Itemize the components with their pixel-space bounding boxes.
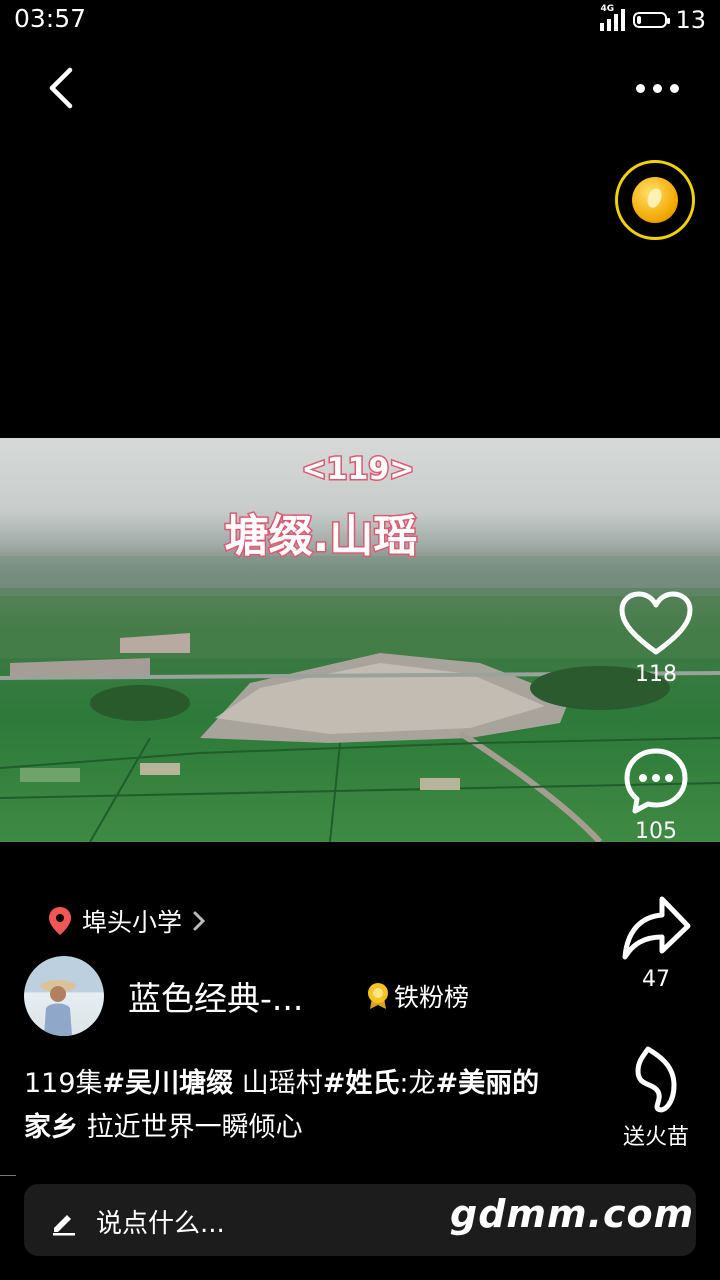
author-avatar[interactable]: [24, 956, 104, 1036]
back-arrow-icon: [49, 67, 73, 109]
desc-text: 拉近世界一瞬倾心: [78, 1112, 303, 1143]
status-icons: 4G 13: [600, 4, 706, 36]
more-options-button[interactable]: [622, 68, 692, 108]
divider: [0, 1175, 16, 1176]
share-arrow-icon: [622, 896, 691, 960]
video-description: 119集#吴川塘缀 山瑶村#姓氏:龙#美丽的家乡 拉近世界一瞬倾心: [24, 1062, 564, 1150]
send-fire-label: 送火苗: [622, 1125, 689, 1150]
battery-icon: [633, 12, 671, 28]
hashtag-surname[interactable]: #姓氏: [323, 1068, 400, 1099]
comment-button[interactable]: 105: [608, 745, 704, 844]
share-button[interactable]: 47: [608, 893, 704, 992]
send-fire-button[interactable]: 送火苗: [608, 1045, 704, 1151]
comment-bubble-icon: [624, 748, 688, 814]
coin-reward-button[interactable]: [615, 160, 695, 240]
fan-rank-label: 铁粉榜: [394, 983, 470, 1012]
fan-rank-button[interactable]: 铁粉榜: [366, 978, 469, 1014]
avatar-photo: [40, 980, 76, 1036]
author-name[interactable]: 蓝色经典-...: [128, 972, 303, 1020]
like-button[interactable]: 118: [608, 590, 704, 687]
signal-icon: 4G: [600, 4, 626, 31]
location-link[interactable]: 埠头小学: [48, 903, 206, 939]
status-time: 03:57: [14, 4, 87, 33]
watermark-text: gdmm.com: [450, 1192, 695, 1236]
video-episode-caption: <119>: [300, 451, 416, 489]
network-type-label: 4G: [600, 4, 615, 14]
battery-level: 13: [675, 6, 706, 34]
share-count: 47: [642, 967, 670, 992]
comment-count: 105: [635, 819, 677, 844]
more-dot-icon: [669, 83, 679, 93]
video-title-caption: 塘缀.山瑶: [223, 510, 419, 564]
back-button[interactable]: [36, 62, 88, 114]
pencil-icon: [53, 1215, 75, 1236]
like-count: 118: [635, 662, 677, 687]
medal-icon: [368, 983, 388, 1009]
more-dot-icon: [652, 83, 662, 93]
heart-icon: [619, 591, 693, 655]
desc-text: :龙: [399, 1068, 436, 1099]
hashtag-wuchuan[interactable]: #吴川塘缀: [103, 1068, 234, 1099]
fire-sprout-icon: [635, 1046, 677, 1113]
location-pin-icon: [49, 907, 71, 935]
desc-text: 山瑶村: [233, 1068, 323, 1099]
gold-coin-icon: [632, 177, 678, 223]
more-dot-icon: [635, 83, 645, 93]
desc-text: 119集: [24, 1068, 103, 1099]
chevron-right-icon: [193, 911, 206, 931]
location-label: 埠头小学: [82, 908, 183, 937]
comment-placeholder: 说点什么...: [96, 1209, 225, 1239]
